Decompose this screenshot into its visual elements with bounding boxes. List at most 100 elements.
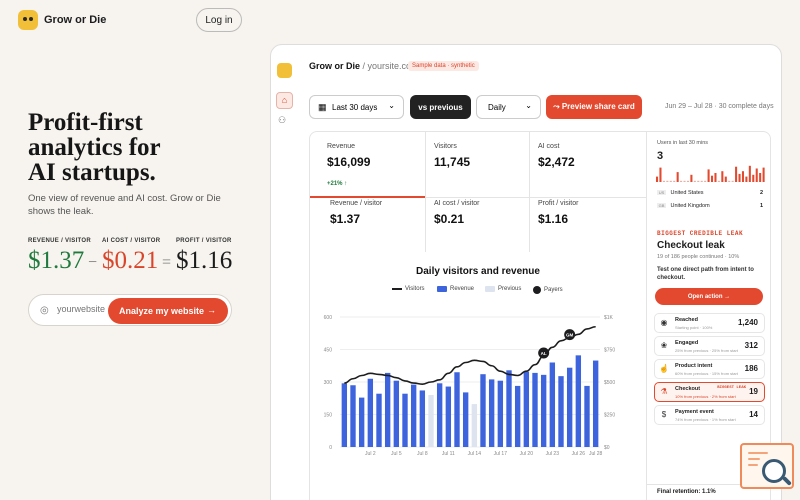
sidebar-home-icon[interactable]: ⌂ — [276, 92, 293, 109]
dashboard-preview: ⌂ ⚇ Grow or Die / yoursite.com Sample da… — [270, 44, 782, 500]
revenue-bar — [480, 374, 486, 447]
sparkbar — [759, 173, 762, 182]
revenue-bar — [540, 374, 547, 447]
country-row-us: US United States 2 — [657, 190, 763, 196]
sparkbar — [669, 180, 672, 182]
globe-icon: ◎ — [40, 305, 49, 316]
chevron-down-icon: ⌄ — [525, 101, 532, 110]
date-range-label: Jun 29 – Jul 28 · 30 complete days — [665, 103, 774, 110]
revenue-bar — [584, 385, 590, 447]
sparkbar — [686, 180, 689, 182]
kpi-visitors[interactable]: Visitors 11,745 — [434, 143, 470, 169]
revenue-bar — [402, 393, 408, 447]
revenue-delta: +21% ↑ — [327, 181, 348, 187]
equals-sign: = — [162, 254, 172, 271]
revenue-bar — [376, 393, 382, 447]
cart-icon: ⚗ — [660, 387, 668, 396]
hero-title: Profit-first analytics for AI startups. — [28, 109, 161, 186]
funnel-step-payment[interactable]: $ Payment event 74% from previous · 1% f… — [654, 405, 765, 425]
analytics-search-icon[interactable] — [740, 443, 794, 489]
sparkbar — [738, 173, 741, 182]
sparkbar — [690, 174, 693, 182]
funnel-step-product-intent[interactable]: ☝ Product intent 60% from previous · 15%… — [654, 359, 765, 379]
kpi-ai-cost-per-visitor[interactable]: AI cost / visitor $0.21 — [434, 200, 480, 226]
previous-bar — [471, 404, 478, 447]
funnel-step-engaged[interactable]: ❀ Engaged 25% from previous · 25% from s… — [654, 336, 765, 356]
sparkbar — [745, 176, 748, 182]
active-kpi-indicator — [310, 196, 425, 198]
funnel-step-reached[interactable]: ◉ Reached Starting point · 100% 1,240 — [654, 313, 765, 333]
x-tick-label: Jul 28 — [589, 451, 603, 457]
chevron-down-icon: ⌄ — [388, 101, 395, 110]
revenue-bar — [393, 380, 400, 447]
users-count: 3 — [657, 150, 664, 162]
sparkbar — [666, 180, 669, 182]
dollar-icon: $ — [661, 410, 667, 419]
kpi-profit-per-visitor[interactable]: Profit / visitor $1.16 — [538, 200, 578, 226]
footprints-icon: ❀ — [660, 341, 668, 350]
eye-icon: ◉ — [660, 318, 668, 327]
sparkbar — [728, 180, 731, 182]
previous-bar — [428, 395, 434, 447]
y-left-tick-label: 300 — [324, 380, 333, 386]
users-label: Users in last 30 mins — [657, 140, 709, 146]
revenue-bar — [445, 386, 452, 447]
date-range-select[interactable]: ▦ Last 30 days ⌄ — [309, 95, 404, 119]
sparkbar — [714, 173, 717, 182]
share-card-button[interactable]: ⤳ Preview share card — [546, 95, 642, 119]
sidebar-logo-icon[interactable] — [277, 63, 292, 78]
y-right-tick-label: $500 — [604, 380, 615, 386]
sparkbar — [741, 171, 744, 182]
revenue-bar — [462, 392, 469, 447]
kpi-revenue[interactable]: Revenue $16,099 +21% ↑ — [327, 143, 370, 187]
compare-toggle[interactable]: vs previous — [410, 95, 471, 119]
recent-users-sparkbars — [656, 165, 765, 182]
metrics-card: Revenue $16,099 +21% ↑ Visitors 11,745 A… — [309, 131, 773, 500]
login-button[interactable]: Log in — [196, 8, 242, 32]
sparkbar — [673, 180, 676, 182]
revenue-bar — [532, 372, 538, 447]
funnel-step-checkout[interactable]: ⚗ Checkout 10% from previous · 2% from s… — [654, 382, 765, 402]
sparkbar — [762, 167, 765, 182]
y-left-tick-label: 0 — [329, 445, 332, 451]
y-right-tick-label: $250 — [604, 413, 615, 419]
granularity-select[interactable]: Daily ⌄ — [476, 95, 541, 119]
sparkbar — [693, 180, 696, 182]
ai-cost-per-visitor: AI COST / VISITOR $0.21 = — [102, 238, 172, 274]
brand-logo[interactable]: Grow or Die — [18, 10, 106, 30]
country-row-gb: GB United Kingdom 1 — [657, 203, 763, 209]
revenue-bar — [341, 383, 348, 447]
profit-per-visitor: PROFIT / VISITOR $1.16 — [176, 238, 233, 274]
leak-note: 19 of 186 people continued · 10% — [657, 254, 740, 260]
analyze-button[interactable]: Analyze my website → — [108, 298, 228, 324]
x-tick-label: Jul 17 — [494, 451, 508, 457]
revenue-bar — [454, 372, 460, 447]
sparkbar — [748, 165, 751, 182]
x-tick-label: Jul 2 — [365, 451, 376, 457]
visitors-line — [344, 325, 596, 385]
leak-label: BIGGEST CREDIBLE LEAK — [657, 230, 744, 237]
sparkbar — [704, 180, 707, 182]
open-action-button[interactable]: Open action → — [655, 288, 763, 305]
brand-name: Grow or Die — [44, 14, 107, 26]
sparkbar — [700, 180, 703, 182]
leak-title: Checkout leak — [657, 240, 725, 251]
x-tick-label: Jul 5 — [391, 451, 402, 457]
kpi-revenue-per-visitor[interactable]: Revenue / visitor $1.37 — [330, 200, 382, 226]
kpi-ai-cost[interactable]: AI cost $2,472 — [538, 143, 575, 169]
revenue-bar — [410, 384, 417, 447]
sparkbar — [656, 176, 659, 182]
revenue-bar — [350, 385, 356, 447]
sparkbar — [717, 180, 720, 182]
y-left-tick-label: 150 — [324, 413, 333, 419]
revenue-bar — [358, 397, 365, 447]
sidebar-users-icon[interactable]: ⚇ — [278, 115, 286, 126]
leak-description: Test one direct path from intent to chec… — [657, 267, 754, 281]
revenue-bar — [592, 360, 599, 447]
sparkbar — [662, 180, 665, 182]
y-left-tick-label: 450 — [324, 348, 333, 354]
revenue-per-visitor: REVENUE / VISITOR $1.37 − — [28, 238, 98, 274]
sparkbar — [752, 174, 755, 182]
sparkbar — [683, 180, 686, 182]
y-right-tick-label: $750 — [604, 348, 615, 354]
